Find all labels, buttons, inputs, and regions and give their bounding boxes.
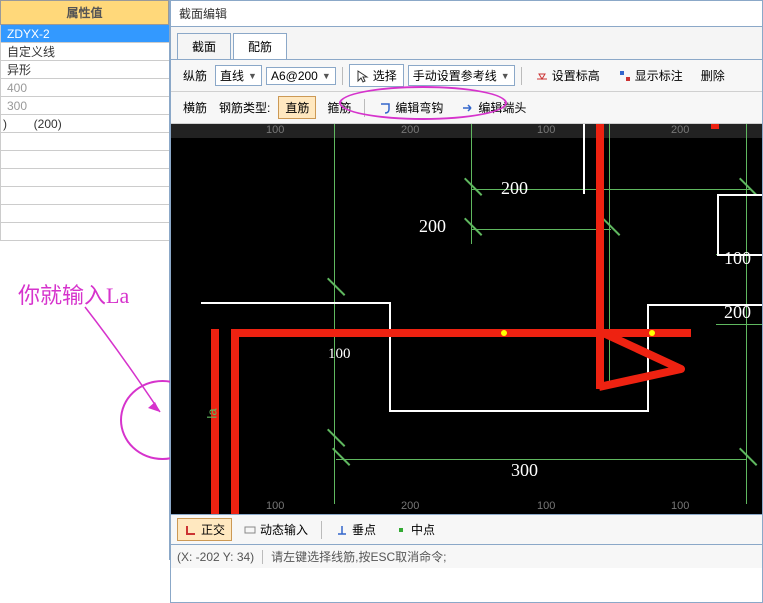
prop-row[interactable]: 400 [0,79,169,97]
ruler-tick: 100 [671,500,689,512]
midpoint-snap-button[interactable]: 中点 [387,518,442,541]
annotation-tip: 你就输入La [18,278,129,310]
endpoint-snap-button[interactable]: 垂点 [328,518,383,541]
dyn-icon [243,523,257,537]
dim-text: 100 [328,346,351,363]
delete-button[interactable]: 删除 [694,64,732,87]
status-hint: 请左键选择线筋,按ESC取消命令; [271,548,446,565]
window-title: 截面编辑 [171,1,762,27]
prop-row[interactable]: 自定义线 [0,43,169,61]
ruler-tick: 200 [401,124,419,136]
ruler-tick: 100 [537,500,555,512]
prop-row[interactable]: ZDYX-2 [0,25,169,43]
dim-text: 300 [511,460,538,481]
property-header: 属性值 [0,0,169,25]
select-button[interactable]: 选择 [349,64,404,87]
prop-row[interactable]: ) (200) [0,115,169,133]
ruler-tick: 100 [266,124,284,136]
straight-rebar-button[interactable]: 直筋 [278,96,316,119]
ruler-tick: 100 [537,124,555,136]
ruler-tick: 200 [671,124,689,136]
dynamic-input-button[interactable]: 动态输入 [236,518,315,541]
prop-row[interactable]: 异形 [0,61,169,79]
label-rebartype: 钢筋类型: [215,97,274,118]
tab-section[interactable]: 截面 [177,33,231,59]
ortho-icon [184,523,198,537]
dim-text: 100 [724,248,751,269]
show-mark-button[interactable]: 显示标注 [611,64,690,87]
la-label: la [205,408,220,418]
dim-text: 200 [419,216,446,237]
set-elevation-button[interactable]: 设置标高 [528,64,607,87]
mid-icon [394,523,408,537]
ruler-tick: 200 [401,500,419,512]
cursor-icon [356,69,370,83]
label-hengjin: 横筋 [179,97,211,118]
label-zongjin: 纵筋 [179,65,211,86]
dim-text: 200 [724,302,751,323]
ortho-button[interactable]: 正交 [177,518,232,541]
manual-refline-button[interactable]: 手动设置参考线 [408,65,515,86]
mark-icon [618,69,632,83]
annotation-circle-toolbar [339,86,507,120]
select-linetype[interactable]: 直线 [215,65,262,86]
drawing-canvas[interactable]: 100 200 100 200 100 200 100 100 [171,124,762,514]
perp-icon [335,523,349,537]
select-size[interactable]: A6@200 [266,67,336,85]
dim-text: 200 [501,178,528,199]
elevation-icon [535,69,549,83]
tab-rebar[interactable]: 配筋 [233,33,287,59]
prop-row[interactable]: 300 [0,97,169,115]
coord-readout: (X: -202 Y: 34) [177,550,263,564]
ruler-tick: 100 [266,500,284,512]
